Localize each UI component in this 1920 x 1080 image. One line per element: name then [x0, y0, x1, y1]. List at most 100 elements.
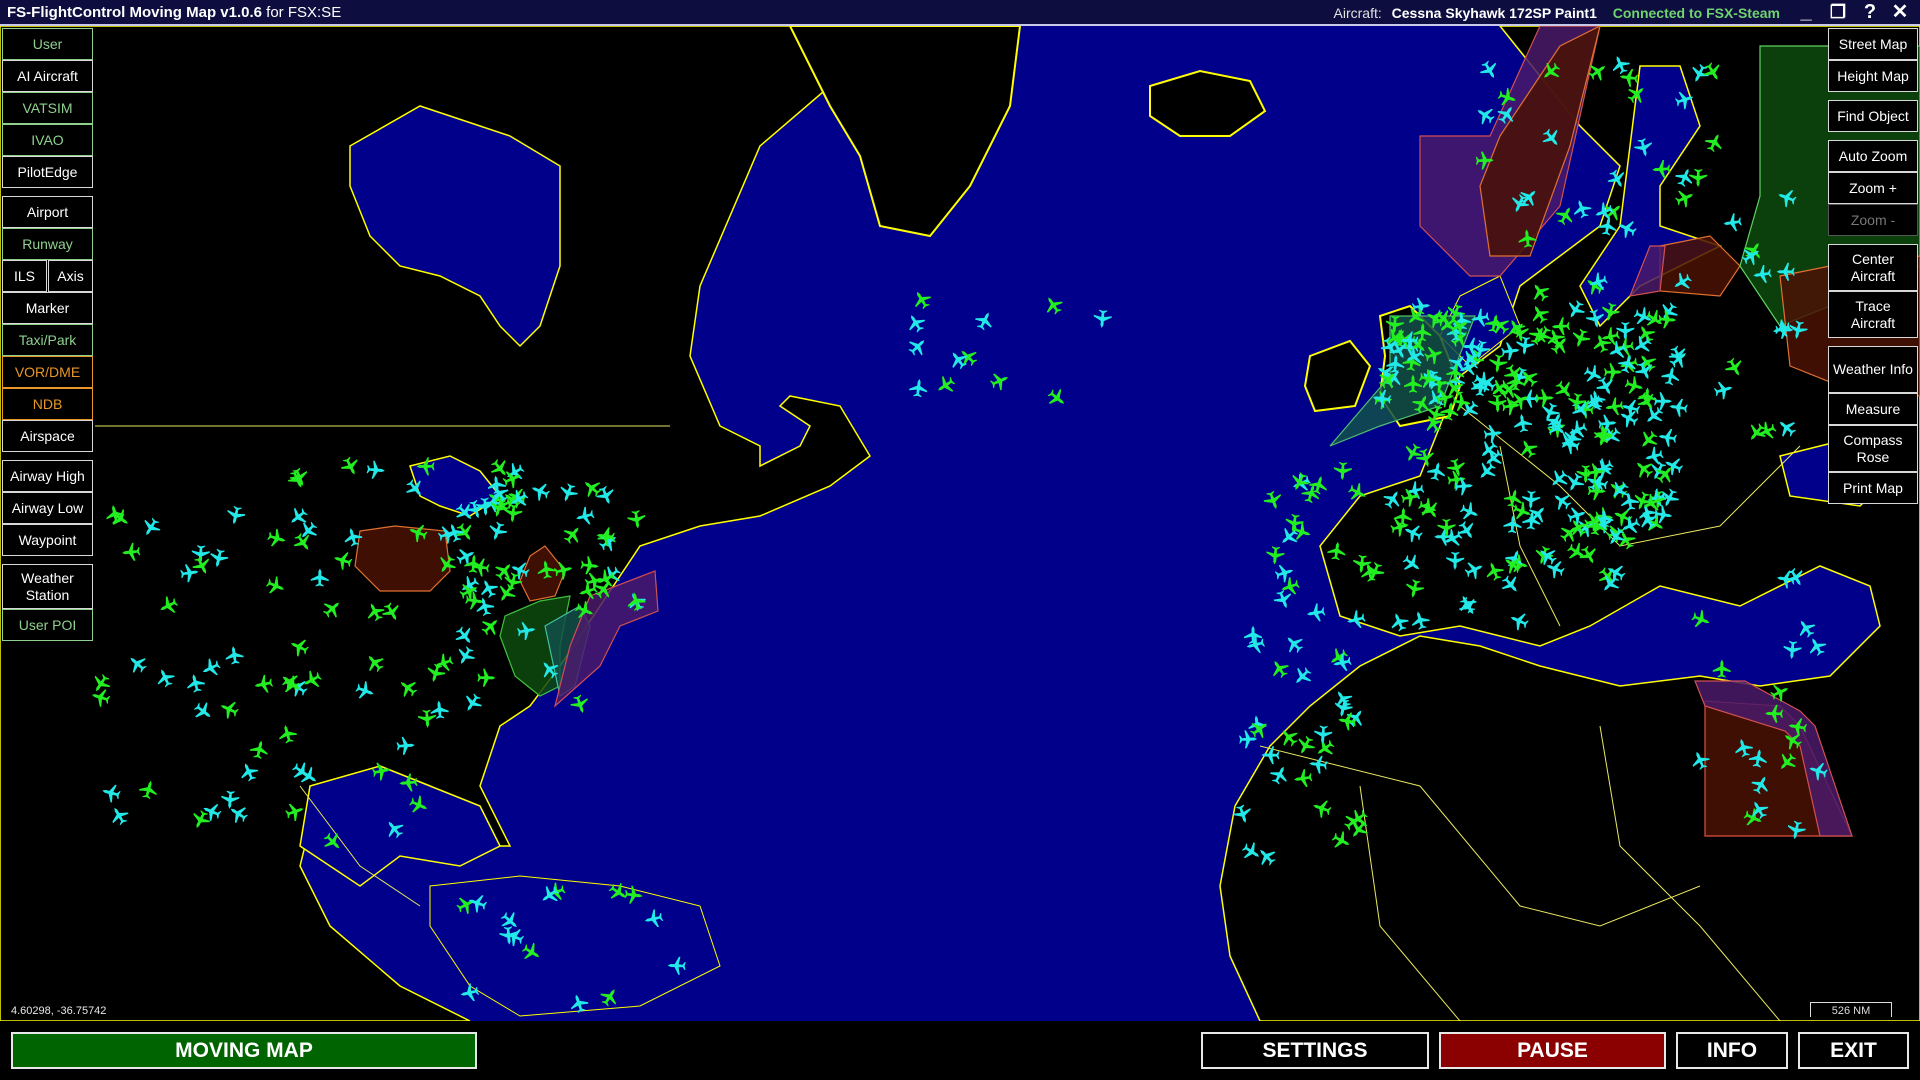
landmass-greenland: [788, 26, 1022, 238]
aircraft-icon[interactable]: [1305, 602, 1326, 623]
aircraft-label: Aircraft:: [1333, 5, 1382, 21]
settings-button[interactable]: SETTINGS: [1201, 1032, 1429, 1069]
aircraft-icon[interactable]: [1262, 489, 1285, 512]
aircraft-icon[interactable]: [1400, 441, 1424, 465]
aircraft-icon[interactable]: [1331, 652, 1352, 673]
aircraft-icon[interactable]: [933, 373, 958, 398]
help-icon: ?: [1863, 1, 1877, 23]
find-object-label: Find Object: [1837, 107, 1909, 124]
landmass-ireland: [1303, 339, 1372, 413]
toggle-weather-station[interactable]: Weather Station: [2, 564, 93, 609]
toggle-find-object[interactable]: Find Object: [1828, 100, 1918, 132]
aircraft-icon[interactable]: [955, 344, 980, 369]
toggle-vor-dme[interactable]: VOR/DME: [2, 356, 93, 388]
aircraft-icon[interactable]: [1326, 645, 1351, 670]
toggle-auto-zoom[interactable]: Auto Zoom: [1828, 140, 1918, 172]
aircraft-icon[interactable]: [1265, 546, 1285, 566]
status-area: Aircraft: Cessna Skyhawk 172SP Paint1 Co…: [1334, 5, 1780, 21]
vor-dme-label: VOR/DME: [14, 363, 81, 380]
aircraft-icon[interactable]: [1793, 616, 1818, 641]
aircraft-icon[interactable]: [1690, 608, 1713, 631]
airway-high-label: Airway High: [10, 467, 85, 484]
toggle-airport[interactable]: Airport: [2, 196, 93, 228]
waypoint-label: Waypoint: [18, 531, 77, 548]
aircraft-icon[interactable]: [908, 378, 928, 398]
aircraft-icon[interactable]: [1273, 562, 1295, 584]
aircraft-icon[interactable]: [1267, 656, 1292, 681]
aircraft-icon[interactable]: [1290, 664, 1315, 689]
exit-label: EXIT: [1830, 1038, 1877, 1062]
close-button[interactable]: ✕: [1886, 1, 1914, 23]
toggle-user-poi[interactable]: User POI: [2, 609, 93, 641]
weather-info-label: Weather Info: [1833, 361, 1913, 377]
aircraft-icon[interactable]: [1712, 659, 1731, 678]
aircraft-icon[interactable]: [1570, 197, 1593, 220]
ndb-label: NDB: [32, 395, 63, 412]
aircraft-icon[interactable]: [988, 369, 1012, 393]
toggle-ndb[interactable]: NDB: [2, 388, 93, 420]
toggle-user[interactable]: User: [2, 28, 93, 60]
center-aircraft-label: Center Aircraft: [1850, 250, 1896, 284]
toggle-street-map[interactable]: Street Map: [1828, 28, 1918, 60]
toggle-airspace[interactable]: Airspace: [2, 420, 93, 452]
user-label: User: [32, 35, 63, 52]
toggle-taxi-park[interactable]: Taxi/Park: [2, 324, 93, 356]
aircraft-icon[interactable]: [1272, 588, 1295, 611]
pause-label: PAUSE: [1517, 1038, 1588, 1062]
toggle-trace-aircraft[interactable]: Trace Aircraft: [1828, 291, 1918, 338]
aircraft-icon[interactable]: [1473, 103, 1498, 128]
toggle-airway-high[interactable]: Airway High: [2, 460, 93, 492]
toggle-waypoint[interactable]: Waypoint: [2, 524, 93, 556]
toggle-measure[interactable]: Measure: [1828, 393, 1918, 425]
toggle-ivao[interactable]: IVAO: [2, 124, 93, 156]
ivao-label: IVAO: [31, 131, 64, 148]
map-scale-bar: 526 NM: [1810, 1002, 1892, 1017]
aircraft-icon[interactable]: [1805, 634, 1829, 658]
map-canvas[interactable]: [0, 26, 1920, 1021]
aircraft-icon[interactable]: [1041, 292, 1066, 317]
aircraft-icon[interactable]: [1093, 309, 1113, 329]
height-map-label: Height Map: [1837, 67, 1909, 84]
toggle-vatsim[interactable]: VATSIM: [2, 92, 93, 124]
aircraft-icon[interactable]: [909, 287, 934, 312]
aircraft-icon[interactable]: [903, 310, 928, 335]
toggle-center-aircraft[interactable]: Center Aircraft: [1828, 244, 1918, 291]
toggle-zoom[interactable]: Zoom +: [1828, 172, 1918, 204]
toggle-marker[interactable]: Marker: [2, 292, 93, 324]
aircraft-icon[interactable]: [569, 693, 592, 716]
minimize-button[interactable]: _: [1792, 1, 1820, 23]
zoom-label: Zoom +: [1849, 179, 1897, 196]
aircraft-icon[interactable]: [1044, 385, 1069, 410]
info-label: INFO: [1706, 1038, 1758, 1062]
toggle-weather-info[interactable]: Weather Info: [1828, 346, 1918, 393]
aircraft-icon[interactable]: [1281, 631, 1306, 656]
app-target: for FSX:SE: [266, 4, 342, 21]
toggle-print-map[interactable]: Print Map: [1828, 472, 1918, 504]
help-button[interactable]: ?: [1856, 1, 1884, 23]
toggle-runway[interactable]: Runway: [2, 228, 93, 260]
settings-label: SETTINGS: [1262, 1038, 1368, 1062]
moving-map[interactable]: 4.60298, -36.75742 526 NM: [0, 26, 1920, 1021]
toggle-pilotedge[interactable]: PilotEdge: [2, 156, 93, 188]
pause-button[interactable]: PAUSE: [1439, 1032, 1666, 1069]
trace-aircraft-label: Trace Aircraft: [1850, 297, 1896, 331]
toggle-airway-low[interactable]: Airway Low: [2, 492, 93, 524]
aircraft-icon[interactable]: [1477, 58, 1502, 83]
toggle-zoom[interactable]: Zoom -: [1828, 204, 1918, 236]
toggle-compass-rose[interactable]: Compass Rose: [1828, 425, 1918, 472]
aircraft-icon[interactable]: [972, 308, 996, 332]
restore-button[interactable]: ❐: [1824, 1, 1852, 23]
measure-label: Measure: [1845, 400, 1901, 417]
toggle-ils[interactable]: ILS: [2, 260, 47, 292]
exit-button[interactable]: EXIT: [1798, 1032, 1909, 1069]
moving-map-button[interactable]: MOVING MAP: [11, 1032, 477, 1069]
info-button[interactable]: INFO: [1676, 1032, 1788, 1069]
aircraft-icon[interactable]: [905, 334, 930, 359]
toggle-ai-aircraft[interactable]: AI Aircraft: [2, 60, 93, 92]
caribbean-sea: [429, 875, 721, 1017]
aircraft-icon[interactable]: [1333, 461, 1352, 481]
toggle-height-map[interactable]: Height Map: [1828, 60, 1918, 92]
toggle-axis[interactable]: Axis: [48, 260, 93, 292]
aircraft-icon[interactable]: [1244, 625, 1263, 644]
aircraft-icon[interactable]: [1783, 640, 1803, 660]
